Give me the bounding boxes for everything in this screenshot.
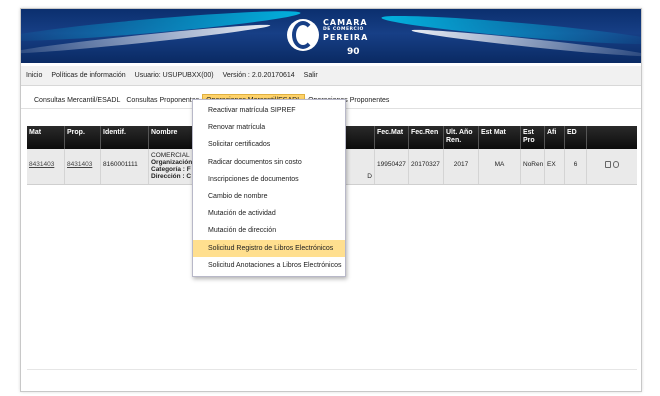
menu-item-renovar-matricula[interactable]: Renovar matrícula xyxy=(193,119,345,136)
col-fecren: Fec.Ren xyxy=(409,126,444,149)
chamber-logo: CAMARA DE COMERCIO PEREIRA 90 xyxy=(287,15,377,59)
col-prop: Prop. xyxy=(65,126,101,149)
link-politicas[interactable]: Políticas de información xyxy=(51,72,125,79)
menu-item-registro-libros[interactable]: Solicitud Registro de Libros Electrónico… xyxy=(193,239,345,257)
logo-years: 90 xyxy=(347,47,360,57)
row-nombre-line2: Organización xyxy=(151,159,193,166)
menu-item-inscripciones-documentos[interactable]: Inscripciones de documentos xyxy=(193,171,345,188)
row-nombre-line4: Dirección : C xyxy=(151,173,192,180)
menu-item-radicar-documentos[interactable]: Radicar documentos sin costo xyxy=(193,154,345,171)
version-label: Versión : 2.0.20170614 xyxy=(222,72,295,79)
document-icon[interactable] xyxy=(605,161,611,168)
col-identif: Identif. xyxy=(101,126,149,149)
row-fecren: 20170327 xyxy=(409,149,444,184)
menu-item-mutacion-actividad[interactable]: Mutación de actividad xyxy=(193,205,345,222)
row-ult-ano-ren: 2017 xyxy=(444,149,479,184)
row-nombre-tail: D xyxy=(367,173,372,180)
operaciones-mercantil-dropdown: Reactivar matrícula SIPREF Renovar matrí… xyxy=(192,99,346,277)
row-ed: 6 xyxy=(565,149,587,184)
cart-icon[interactable] xyxy=(613,161,619,168)
menu-consultas-proponentes[interactable]: Consultas Proponentes xyxy=(123,95,202,106)
row-afi: EX xyxy=(545,149,565,184)
row-nombre-line3: Categoría : F xyxy=(151,166,191,173)
logo-text-line1: CAMARA xyxy=(323,18,368,27)
menu-item-cambio-nombre[interactable]: Cambio de nombre xyxy=(193,188,345,205)
col-estmat: Est Mat xyxy=(479,126,521,149)
logo-mark-icon xyxy=(287,19,319,51)
col-mat: Mat xyxy=(27,126,65,149)
link-salir[interactable]: Salir xyxy=(304,72,318,79)
link-inicio[interactable]: Inicio xyxy=(26,72,42,79)
menu-item-solicitar-certificados[interactable]: Solicitar certificados xyxy=(193,136,345,153)
menu-consultas-mercantil[interactable]: Consultas Mercantil/ESADL xyxy=(31,95,123,106)
top-info-bar: Inicio Políticas de información Usuario:… xyxy=(21,66,641,86)
row-prop-link[interactable]: 8431403 xyxy=(67,161,92,168)
row-estmat: MA xyxy=(479,149,521,184)
logo-text-line3: PEREIRA xyxy=(323,32,369,42)
menu-item-anotaciones-libros[interactable]: Solicitud Anotaciones a Libros Electróni… xyxy=(193,257,345,274)
header-banner: CAMARA DE COMERCIO PEREIRA 90 xyxy=(21,9,641,63)
bottom-divider xyxy=(27,369,637,370)
logo-text-line2: DE COMERCIO xyxy=(323,27,364,32)
row-mat-link[interactable]: 8431403 xyxy=(29,161,54,168)
user-label: Usuario: USUPUBXX(00) xyxy=(134,72,214,79)
col-ult-ano-ren: Ult. Año Ren. xyxy=(444,126,479,149)
col-fecmat: Fec.Mat xyxy=(375,126,409,149)
menu-item-reactivar-matricula[interactable]: Reactivar matrícula SIPREF xyxy=(193,102,345,119)
row-fecmat: 19950427 xyxy=(375,149,409,184)
col-ed: ED xyxy=(565,126,587,149)
col-estpro: Est Pro xyxy=(521,126,545,149)
col-afi: Afi xyxy=(545,126,565,149)
menu-item-mutacion-direccion[interactable]: Mutación de dirección xyxy=(193,222,345,239)
row-estpro: NoRen xyxy=(521,149,545,184)
row-identif: 8160001111 xyxy=(101,149,149,184)
col-actions xyxy=(587,126,637,149)
